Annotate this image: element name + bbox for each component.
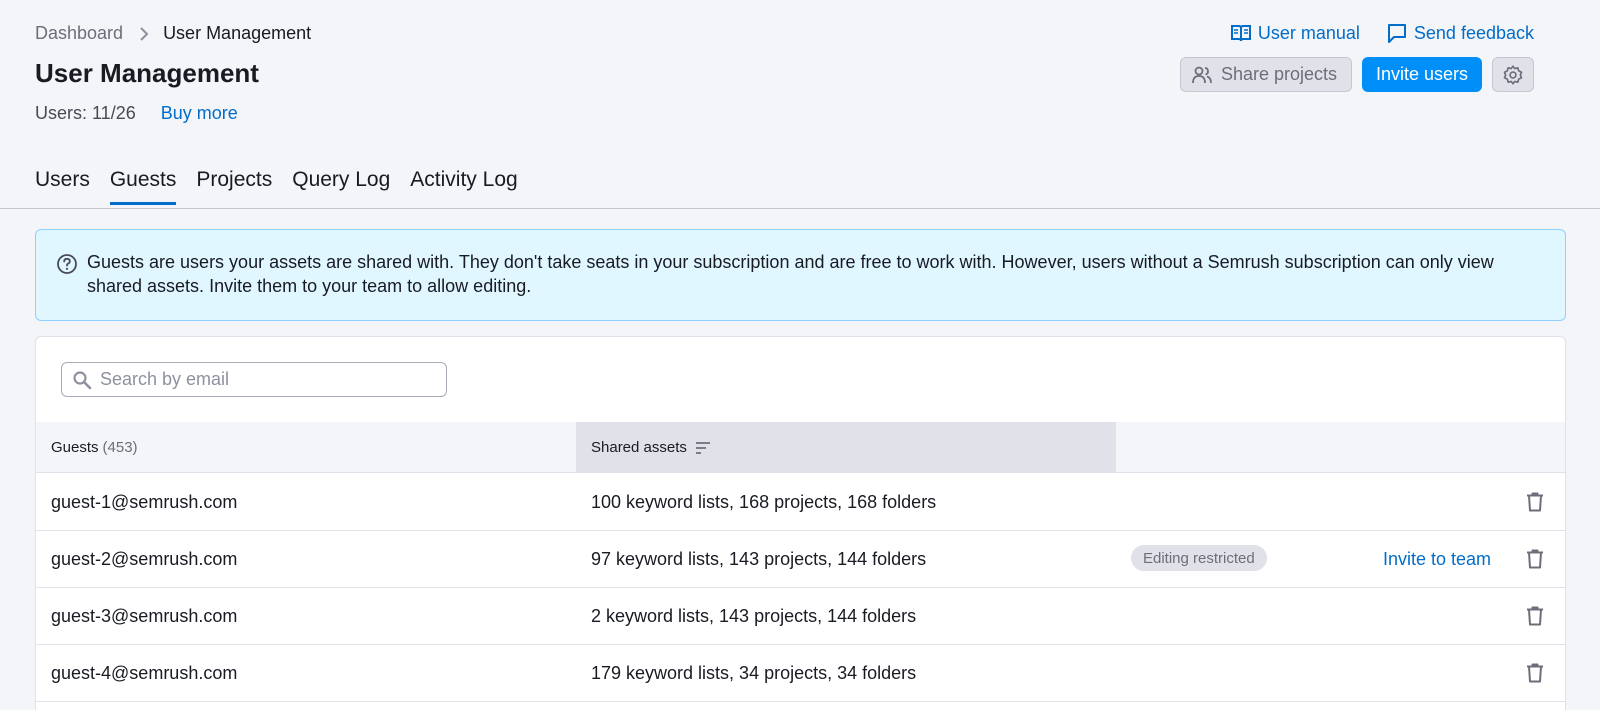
user-manual-label: User manual bbox=[1257, 22, 1360, 43]
delete-guest-button[interactable] bbox=[1526, 531, 1544, 587]
share-projects-label: Share projects bbox=[1221, 64, 1338, 84]
share-projects-button[interactable]: Share projects bbox=[1180, 57, 1352, 92]
search-box bbox=[61, 362, 447, 397]
user-manual-link[interactable]: User manual bbox=[1230, 22, 1360, 44]
chat-bubble-icon bbox=[1387, 24, 1406, 43]
sort-icon bbox=[695, 441, 710, 454]
tab-projects[interactable]: Projects bbox=[196, 168, 272, 205]
send-feedback-label: Send feedback bbox=[1413, 22, 1534, 43]
guest-shared-assets: 97 keyword lists, 143 projects, 144 fold… bbox=[591, 548, 927, 569]
users-count: Users: 11/26 bbox=[35, 103, 136, 123]
guest-email: guest-4@semrush.com bbox=[51, 662, 238, 683]
buy-more-link[interactable]: Buy more bbox=[161, 103, 238, 124]
guests-count: (453) bbox=[102, 439, 138, 456]
tab-activity-log[interactable]: Activity Log bbox=[410, 168, 517, 205]
invite-to-team-link[interactable]: Invite to team bbox=[1383, 531, 1491, 587]
table-row: guest-1@semrush.com 100 keyword lists, 1… bbox=[36, 474, 1565, 531]
settings-button[interactable] bbox=[1492, 57, 1534, 92]
trash-icon bbox=[1527, 663, 1543, 683]
delete-guest-button[interactable] bbox=[1526, 645, 1544, 701]
gear-icon bbox=[1503, 64, 1523, 85]
table-header: Guests (453) Shared assets bbox=[36, 422, 1565, 473]
guest-email: guest-1@semrush.com bbox=[51, 491, 238, 512]
guest-shared-assets: 179 keyword lists, 34 projects, 34 folde… bbox=[591, 662, 917, 683]
invite-users-button[interactable]: Invite users bbox=[1362, 57, 1482, 92]
info-banner: Guests are users your assets are shared … bbox=[35, 229, 1566, 321]
breadcrumb-dashboard-link[interactable]: Dashboard bbox=[35, 23, 123, 44]
delete-guest-button[interactable] bbox=[1526, 588, 1544, 644]
search-icon bbox=[73, 370, 92, 389]
tab-guests[interactable]: Guests bbox=[109, 168, 177, 205]
guest-email: guest-3@semrush.com bbox=[51, 605, 238, 626]
breadcrumb: Dashboard User Management bbox=[35, 23, 311, 44]
table-row: guest-3@semrush.com 2 keyword lists, 143… bbox=[36, 588, 1565, 645]
guests-header-label: Guests bbox=[51, 439, 99, 456]
trash-icon bbox=[1527, 549, 1543, 569]
column-header-shared-assets[interactable]: Shared assets bbox=[576, 422, 1116, 473]
table-row: guest-4@semrush.com 179 keyword lists, 3… bbox=[36, 645, 1565, 702]
guest-email: guest-2@semrush.com bbox=[51, 548, 238, 569]
header-actions: Share projects Invite users bbox=[1180, 57, 1534, 92]
page-title: User Management bbox=[35, 58, 259, 88]
send-feedback-link[interactable]: Send feedback bbox=[1386, 22, 1534, 44]
users-icon bbox=[1192, 66, 1212, 83]
book-icon bbox=[1230, 25, 1251, 42]
editing-restricted-badge: Editing restricted bbox=[1131, 545, 1267, 571]
tab-users[interactable]: Users bbox=[35, 168, 90, 205]
tabs: Users Guests Projects Query Log Activity… bbox=[35, 168, 518, 205]
users-count-line: Users: 11/26 Buy more bbox=[35, 103, 238, 124]
guest-shared-assets: 2 keyword lists, 143 projects, 144 folde… bbox=[591, 605, 917, 626]
guests-table-card: Guests (453) Shared assets guest-1@semru… bbox=[35, 336, 1566, 710]
top-links: User manual Send feedback bbox=[1230, 22, 1534, 44]
tabs-divider bbox=[0, 208, 1600, 209]
trash-icon bbox=[1527, 492, 1543, 512]
delete-guest-button[interactable] bbox=[1526, 474, 1544, 530]
table-row: guest-2@semrush.com 97 keyword lists, 14… bbox=[36, 531, 1565, 588]
info-text: Guests are users your assets are shared … bbox=[87, 252, 1494, 296]
tab-query-log[interactable]: Query Log bbox=[292, 168, 390, 205]
shared-assets-header-label: Shared assets bbox=[591, 439, 687, 456]
search-input[interactable] bbox=[100, 369, 420, 390]
breadcrumb-current: User Management bbox=[163, 23, 312, 43]
guest-shared-assets: 100 keyword lists, 168 projects, 168 fol… bbox=[591, 491, 937, 512]
chevron-right-icon bbox=[139, 26, 149, 41]
trash-icon bbox=[1527, 606, 1543, 626]
column-header-guests: Guests (453) bbox=[51, 422, 138, 473]
question-circle-icon bbox=[57, 254, 77, 274]
